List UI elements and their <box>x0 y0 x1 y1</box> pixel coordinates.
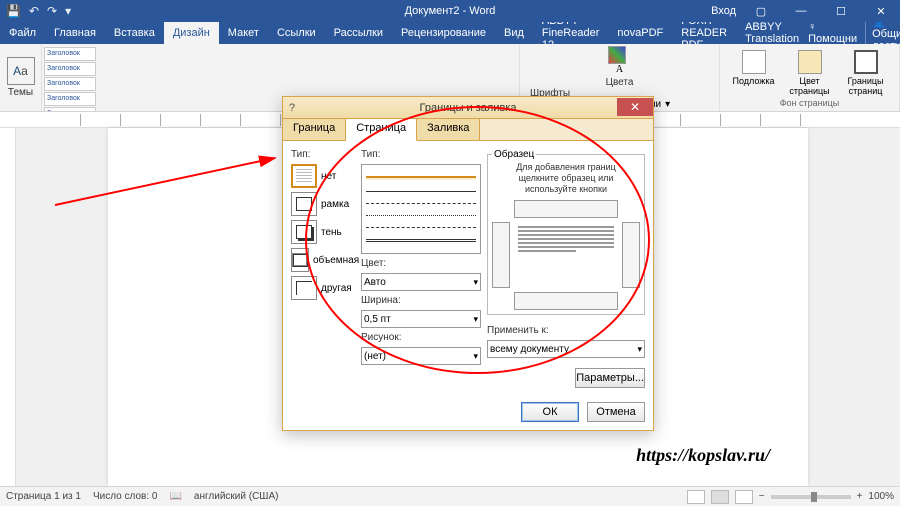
setting-3d[interactable]: объемная <box>291 248 355 272</box>
tab-home[interactable]: Главная <box>45 22 105 44</box>
style-item[interactable]: Заголовок <box>44 62 96 76</box>
help-link[interactable]: ♀ Помощни <box>808 21 857 45</box>
redo-icon[interactable]: ↷ <box>47 4 57 18</box>
tab-novapdf[interactable]: novaPDF <box>608 22 672 44</box>
tab-foxit[interactable]: FOXIT READER PDF <box>672 22 736 44</box>
watermark-button[interactable]: Подложка <box>729 50 779 86</box>
tab-mailings[interactable]: Рассылки <box>325 22 392 44</box>
style-item[interactable]: Заголовок <box>44 92 96 106</box>
border-setting-column: Тип: нет рамка тень объемная другая <box>291 149 355 388</box>
zoom-slider[interactable] <box>771 495 851 499</box>
dialog-tab-border[interactable]: Граница <box>283 119 346 140</box>
word-count[interactable]: Число слов: 0 <box>93 491 157 502</box>
watermark-icon <box>742 50 766 74</box>
themes-group[interactable]: Aa Темы <box>0 44 42 111</box>
close-icon[interactable]: ✕ <box>866 5 896 18</box>
border-top-toggle[interactable] <box>514 200 618 218</box>
save-icon[interactable]: 💾 <box>6 4 21 18</box>
borders-shading-dialog: Границы и заливка ? ✕ Граница Страница З… <box>282 96 654 431</box>
tab-design[interactable]: Дизайн <box>164 22 219 44</box>
page-status[interactable]: Страница 1 из 1 <box>6 491 81 502</box>
themes-icon: Aa <box>7 57 35 85</box>
style-item[interactable]: Заголовок <box>44 47 96 61</box>
preview-column: Образец Для добавления границ щелкните о… <box>487 149 645 388</box>
art-select[interactable]: (нет) <box>361 347 481 365</box>
zoom-level[interactable]: 100% <box>868 491 894 502</box>
setting-shadow[interactable]: тень <box>291 220 355 244</box>
tab-layout[interactable]: Макет <box>219 22 268 44</box>
tab-file[interactable]: Файл <box>0 22 45 44</box>
language-status[interactable]: английский (США) <box>194 491 279 502</box>
setting-none[interactable]: нет <box>291 164 355 188</box>
tab-abbyy-fr[interactable]: ABBYY FineReader 12 <box>533 22 608 44</box>
border-style-column: Тип: Цвет: Авто Ширина: 0,5 пт Рисунок: … <box>361 149 481 388</box>
colors-icon[interactable] <box>608 46 626 64</box>
web-layout-icon[interactable] <box>735 490 753 504</box>
border-bottom-toggle[interactable] <box>514 292 618 310</box>
border-right-toggle[interactable] <box>622 222 640 288</box>
vertical-ruler[interactable] <box>0 128 16 486</box>
themes-label: Темы <box>8 87 33 98</box>
fonts-icon[interactable]: A <box>616 64 623 75</box>
quick-access-toolbar: 💾 ↶ ↷ ▾ <box>0 4 71 18</box>
preview-page[interactable] <box>514 222 618 288</box>
color-select[interactable]: Авто <box>361 273 481 291</box>
print-layout-icon[interactable] <box>711 490 729 504</box>
style-item[interactable]: Заголовок <box>44 107 96 111</box>
dialog-titlebar[interactable]: Границы и заливка ? ✕ <box>283 97 653 119</box>
width-select[interactable]: 0,5 пт <box>361 310 481 328</box>
preview-hint: Для добавления границ щелкните образец и… <box>492 162 640 194</box>
tab-references[interactable]: Ссылки <box>268 22 325 44</box>
tab-insert[interactable]: Вставка <box>105 22 164 44</box>
read-mode-icon[interactable] <box>687 490 705 504</box>
page-borders-button[interactable]: Границы страниц <box>841 50 891 96</box>
ribbon-tabs: Файл Главная Вставка Дизайн Макет Ссылки… <box>0 22 900 44</box>
tab-abbyy-tr[interactable]: ABBYY Translation <box>736 22 808 44</box>
login-link[interactable]: Вход <box>711 5 736 17</box>
dialog-close-button[interactable]: ✕ <box>617 98 653 116</box>
title-bar: 💾 ↶ ↷ ▾ Документ2 - Word Вход ▢ — ☐ ✕ <box>0 0 900 22</box>
zoom-in-icon[interactable]: + <box>857 491 863 502</box>
minimize-icon[interactable]: — <box>786 5 816 17</box>
border-left-toggle[interactable] <box>492 222 510 288</box>
dialog-tab-page[interactable]: Страница <box>346 119 417 141</box>
tab-view[interactable]: Вид <box>495 22 533 44</box>
tab-review[interactable]: Рецензирование <box>392 22 495 44</box>
source-url-watermark: https://kopslav.ru/ <box>636 445 770 466</box>
zoom-out-icon[interactable]: − <box>759 491 765 502</box>
dialog-title: Границы и заливка <box>420 102 517 114</box>
apply-to-select[interactable]: всему документу <box>487 340 645 358</box>
dialog-help-icon[interactable]: ? <box>283 102 301 114</box>
setting-box[interactable]: рамка <box>291 192 355 216</box>
proofing-icon[interactable]: 📖 <box>169 491 181 502</box>
undo-icon[interactable]: ↶ <box>29 4 39 18</box>
dialog-tab-fill[interactable]: Заливка <box>417 119 480 140</box>
ok-button[interactable]: ОК <box>521 402 579 422</box>
qa-more-icon[interactable]: ▾ <box>65 4 71 18</box>
page-borders-icon <box>854 50 878 74</box>
cancel-button[interactable]: Отмена <box>587 402 645 422</box>
page-color-button[interactable]: Цвет страницы <box>785 50 835 96</box>
options-button[interactable]: Параметры... <box>575 368 645 388</box>
group-caption: Фон страницы <box>726 98 893 109</box>
style-item[interactable]: Заголовок <box>44 77 96 91</box>
page-color-icon <box>798 50 822 74</box>
line-style-list[interactable] <box>361 164 481 254</box>
window-title: Документ2 - Word <box>405 5 496 17</box>
ribbon-options-icon[interactable]: ▢ <box>746 5 776 18</box>
status-bar: Страница 1 из 1 Число слов: 0 📖 английск… <box>0 486 900 506</box>
dialog-tabs: Граница Страница Заливка <box>283 119 653 141</box>
maximize-icon[interactable]: ☐ <box>826 5 856 18</box>
setting-custom[interactable]: другая <box>291 276 355 300</box>
page-background-group: Подложка Цвет страницы Границы страниц Ф… <box>720 44 900 111</box>
